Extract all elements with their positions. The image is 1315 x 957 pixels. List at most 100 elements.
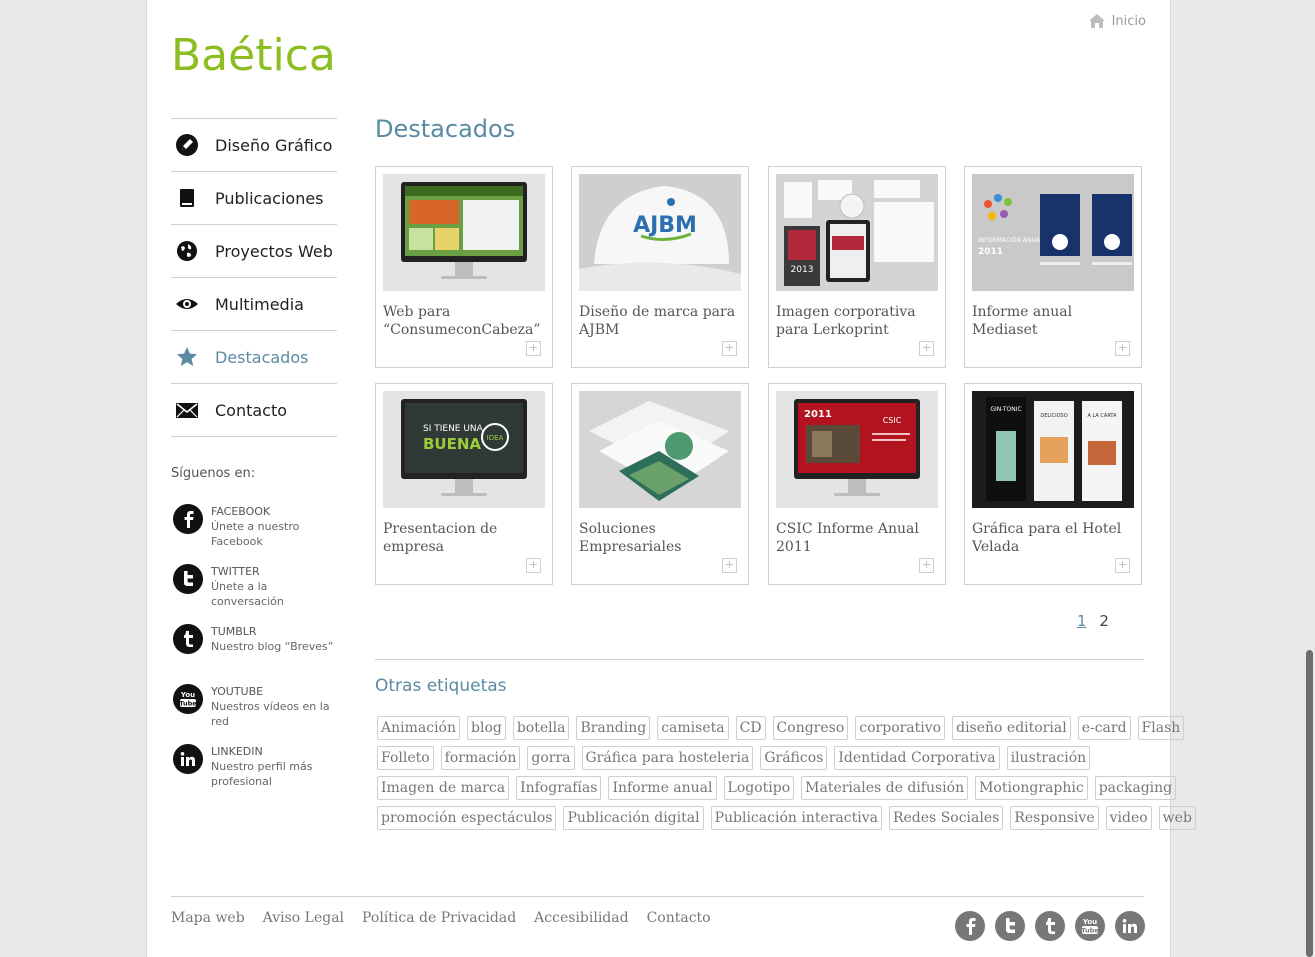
sidebar-item-proyectos-web[interactable]: Proyectos Web bbox=[171, 225, 337, 278]
tag-link[interactable]: diseño editorial bbox=[952, 716, 1071, 740]
globe-icon bbox=[175, 239, 199, 263]
tag-link[interactable]: Folleto bbox=[377, 746, 434, 770]
sidebar-item-label: Destacados bbox=[215, 347, 309, 367]
tag-link[interactable]: Motiongraphic bbox=[975, 776, 1088, 800]
tag-link[interactable]: Publicación digital bbox=[563, 806, 704, 830]
tag-link[interactable]: ilustración bbox=[1006, 746, 1091, 770]
tag-link[interactable]: Infografías bbox=[516, 776, 602, 800]
pagination: 1 2 bbox=[1077, 612, 1117, 630]
tag-link[interactable]: corporativo bbox=[855, 716, 946, 740]
social-name: FACEBOOK bbox=[211, 505, 271, 518]
tag-link[interactable]: gorra bbox=[527, 746, 575, 770]
tumblr-icon[interactable] bbox=[1035, 911, 1065, 941]
project-card[interactable]: AJBM Diseño de marca para AJBM + bbox=[571, 166, 749, 368]
sidebar-item-contacto[interactable]: Contacto bbox=[171, 384, 337, 437]
tag-link[interactable]: botella bbox=[512, 716, 570, 740]
social-name: YOUTUBE bbox=[211, 685, 264, 698]
tag-link[interactable]: Animación bbox=[377, 716, 460, 740]
tag-link[interactable]: Redes Sociales bbox=[888, 806, 1004, 830]
page-link-next[interactable]: 2 bbox=[1099, 612, 1109, 630]
tag-link[interactable]: Flash bbox=[1137, 716, 1185, 740]
sidebar-item-destacados[interactable]: Destacados bbox=[171, 331, 337, 384]
footer-link-mapa-web[interactable]: Mapa web bbox=[171, 910, 245, 926]
social-item-twitter[interactable]: TWITTER Únete a la conversación bbox=[173, 564, 343, 624]
tag-link[interactable]: Materiales de difusión bbox=[801, 776, 969, 800]
tag-link[interactable]: Gráfica para hosteleria bbox=[581, 746, 754, 770]
expand-button[interactable]: + bbox=[919, 341, 934, 356]
tag-link[interactable]: camiseta bbox=[657, 716, 729, 740]
expand-button[interactable]: + bbox=[526, 558, 541, 573]
expand-button[interactable]: + bbox=[526, 341, 541, 356]
project-card[interactable]: GIN-TONIC DELICIOSO A LA CARTA Gráfica p… bbox=[964, 383, 1142, 585]
tag-link[interactable]: Identidad Corporativa bbox=[834, 746, 1000, 770]
tag-link[interactable]: promoción espectáculos bbox=[377, 806, 557, 830]
site-logo[interactable]: Baética bbox=[171, 30, 336, 81]
scrollbar[interactable] bbox=[1306, 650, 1313, 957]
project-card[interactable]: INFORMACIÓN ANUAL 2011 Informe anual Med… bbox=[964, 166, 1142, 368]
expand-button[interactable]: + bbox=[722, 558, 737, 573]
footer-social: You Tube bbox=[955, 911, 1145, 941]
social-desc: Nuestro blog “Breves” bbox=[211, 640, 334, 653]
tag-link[interactable]: web bbox=[1158, 806, 1196, 830]
tag-link[interactable]: e-card bbox=[1077, 716, 1131, 740]
tag-link[interactable]: Logotipo bbox=[723, 776, 795, 800]
twitter-icon bbox=[173, 564, 203, 594]
star-icon bbox=[175, 345, 199, 369]
pencil-icon bbox=[175, 133, 199, 157]
footer-link-aviso-legal[interactable]: Aviso Legal bbox=[263, 910, 344, 926]
sidebar-item-label: Proyectos Web bbox=[215, 241, 333, 261]
tag-link[interactable]: Responsive bbox=[1010, 806, 1099, 830]
page-link-current[interactable]: 1 bbox=[1077, 612, 1087, 630]
tag-link[interactable]: video bbox=[1105, 806, 1152, 830]
expand-button[interactable]: + bbox=[1115, 558, 1130, 573]
project-card[interactable]: 2011 CSIC CSIC Informe Anual 2011 + bbox=[768, 383, 946, 585]
footer-divider bbox=[171, 896, 1144, 897]
sidebar-item-publicaciones[interactable]: Publicaciones bbox=[171, 172, 337, 225]
tag-link[interactable]: Imagen de marca bbox=[377, 776, 510, 800]
expand-button[interactable]: + bbox=[1115, 341, 1130, 356]
home-link[interactable]: Inicio bbox=[1088, 13, 1146, 29]
tumblr-icon bbox=[173, 624, 203, 654]
social-desc: Únete a la conversación bbox=[211, 580, 284, 608]
project-thumbnail: AJBM bbox=[579, 174, 741, 291]
social-item-youtube[interactable]: You Tube YOUTUBE Nuestros vídeos en la red bbox=[173, 684, 343, 744]
tag-link[interactable]: Informe anual bbox=[608, 776, 717, 800]
tag-link[interactable]: CD bbox=[735, 716, 766, 740]
sidebar-item-label: Contacto bbox=[215, 400, 288, 420]
footer-link-contacto[interactable]: Contacto bbox=[647, 910, 711, 926]
svg-text:GIN-TONIC: GIN-TONIC bbox=[990, 406, 1021, 413]
project-thumbnail: GIN-TONIC DELICIOSO A LA CARTA bbox=[972, 391, 1134, 508]
sidebar-item-diseno-grafico[interactable]: Diseño Gráfico bbox=[171, 119, 337, 172]
project-title: Web para “ConsumeconCabeza” bbox=[383, 304, 541, 338]
project-title: Diseño de marca para AJBM bbox=[579, 304, 736, 338]
project-card[interactable]: Soluciones Empresariales + bbox=[571, 383, 749, 585]
footer-link-privacidad[interactable]: Política de Privacidad bbox=[362, 910, 516, 926]
project-card[interactable]: Web para “ConsumeconCabeza” + bbox=[375, 166, 553, 368]
sidebar-item-label: Multimedia bbox=[215, 294, 304, 314]
svg-text:A LA CARTA: A LA CARTA bbox=[1087, 413, 1117, 419]
social-item-linkedin[interactable]: LINKEDIN Nuestro perfil más profesional bbox=[173, 744, 343, 804]
expand-button[interactable]: + bbox=[722, 341, 737, 356]
tag-link[interactable]: Gráficos bbox=[760, 746, 828, 770]
expand-button[interactable]: + bbox=[919, 558, 934, 573]
project-card[interactable]: 2013 Imagen corporativa para Lerkoprint … bbox=[768, 166, 946, 368]
twitter-icon[interactable] bbox=[995, 911, 1025, 941]
social-item-facebook[interactable]: FACEBOOK Únete a nuestro Facebook bbox=[173, 504, 343, 564]
tag-link[interactable]: packaging bbox=[1094, 776, 1177, 800]
tag-row: Imagen de marca Infografías Informe anual L… bbox=[377, 776, 1177, 806]
footer-link-accesibilidad[interactable]: Accesibilidad bbox=[534, 910, 628, 926]
youtube-icon[interactable]: You Tube bbox=[1075, 911, 1105, 941]
sidebar-item-multimedia[interactable]: Multimedia bbox=[171, 278, 337, 331]
project-title: Imagen corporativa para Lerkoprint bbox=[776, 304, 916, 338]
facebook-icon[interactable] bbox=[955, 911, 985, 941]
svg-text:You: You bbox=[180, 691, 195, 699]
project-title: CSIC Informe Anual 2011 bbox=[776, 521, 919, 555]
project-card[interactable]: SI TIENE UNA BUENA IDEA Presentacion de … bbox=[375, 383, 553, 585]
tag-link[interactable]: Branding bbox=[576, 716, 651, 740]
linkedin-icon[interactable] bbox=[1115, 911, 1145, 941]
tag-link[interactable]: formación bbox=[440, 746, 521, 770]
tag-link[interactable]: blog bbox=[467, 716, 506, 740]
social-item-tumblr[interactable]: TUMBLR Nuestro blog “Breves” bbox=[173, 624, 343, 684]
tag-link[interactable]: Congreso bbox=[772, 716, 849, 740]
tag-link[interactable]: Publicación interactiva bbox=[710, 806, 882, 830]
